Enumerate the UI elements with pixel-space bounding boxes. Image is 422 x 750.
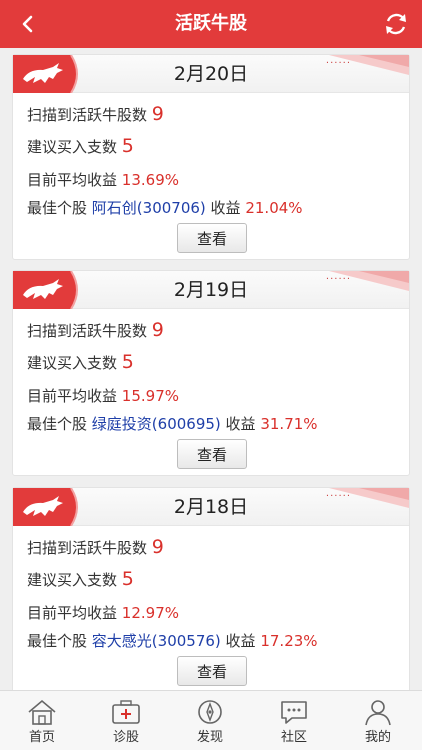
tab-community[interactable]: 社区	[252, 691, 336, 750]
tab-diagnose[interactable]: 诊股	[84, 691, 168, 750]
buy-label: 建议买入支数	[27, 354, 118, 372]
card-list: 2月20日 ······ 扫描到活跃牛股数 9 建议买入支数 5 目前平均收益 …	[0, 48, 422, 690]
decorative-dots: ······	[325, 58, 351, 69]
chat-icon	[281, 701, 307, 724]
gain-value: 17.23%	[260, 632, 318, 650]
corner-decoration	[329, 55, 409, 75]
daily-card: 2月20日 ······ 扫描到活跃牛股数 9 建议买入支数 5 目前平均收益 …	[12, 54, 410, 260]
best-row: 最佳个股 绿庭投资(600695) 收益 31.71%	[27, 413, 318, 434]
buy-row: 建议买入支数 5	[27, 568, 134, 590]
buy-label: 建议买入支数	[27, 138, 118, 156]
daily-card: 2月18日 ······ 扫描到活跃牛股数 9 建议买入支数 5 目前平均收益 …	[12, 487, 410, 690]
user-icon	[365, 700, 391, 726]
best-stock-link[interactable]: 绿庭投资(600695)	[92, 415, 221, 433]
scan-label: 扫描到活跃牛股数	[27, 539, 148, 557]
gain-value: 31.71%	[260, 415, 318, 433]
avg-value: 13.69%	[121, 171, 179, 189]
gain-label: 收益	[225, 415, 256, 433]
card-header: 2月18日 ······	[13, 488, 409, 526]
refresh-button[interactable]	[382, 10, 410, 38]
tab-label: 发现	[196, 730, 223, 745]
scan-count: 9	[151, 319, 164, 341]
view-button[interactable]: 查看	[177, 656, 247, 686]
scan-count: 9	[151, 536, 164, 558]
best-row: 最佳个股 容大感光(300576) 收益 17.23%	[27, 630, 318, 651]
card-header: 2月20日 ······	[13, 55, 409, 93]
buy-count: 5	[121, 568, 134, 590]
tab-home[interactable]: 首页	[0, 691, 84, 750]
view-button[interactable]: 查看	[177, 223, 247, 253]
buy-row: 建议买入支数 5	[27, 351, 134, 373]
avg-value: 12.97%	[121, 604, 179, 622]
refresh-icon	[386, 13, 406, 35]
page-title: 活跃牛股	[175, 13, 247, 34]
avg-label: 目前平均收益	[27, 171, 118, 189]
medical-kit-icon	[112, 700, 140, 724]
buy-count: 5	[121, 135, 134, 157]
best-label: 最佳个股	[27, 415, 88, 433]
avg-row: 目前平均收益 13.69%	[27, 169, 179, 190]
avg-label: 目前平均收益	[27, 604, 118, 622]
best-stock-link[interactable]: 容大感光(300576)	[92, 632, 221, 650]
compass-icon	[198, 700, 222, 724]
tab-label: 首页	[28, 730, 55, 745]
scan-label: 扫描到活跃牛股数	[27, 322, 148, 340]
scan-row: 扫描到活跃牛股数 9	[27, 536, 164, 558]
buy-label: 建议买入支数	[27, 571, 118, 589]
corner-decoration	[329, 488, 409, 508]
bottom-tab-bar: 首页 诊股 发现 社区 我的	[0, 690, 422, 750]
scan-label: 扫描到活跃牛股数	[27, 106, 148, 124]
best-label: 最佳个股	[27, 199, 88, 217]
card-header: 2月19日 ······	[13, 271, 409, 309]
gain-value: 21.04%	[245, 199, 303, 217]
tab-discover[interactable]: 发现	[168, 691, 252, 750]
avg-row: 目前平均收益 12.97%	[27, 602, 179, 623]
buy-count: 5	[121, 351, 134, 373]
tab-label: 社区	[280, 730, 307, 745]
daily-card: 2月19日 ······ 扫描到活跃牛股数 9 建议买入支数 5 目前平均收益 …	[12, 270, 410, 476]
avg-row: 目前平均收益 15.97%	[27, 385, 179, 406]
tab-label: 诊股	[112, 730, 139, 745]
top-bar: 活跃牛股	[0, 0, 422, 48]
best-stock-link[interactable]: 阿石创(300706)	[92, 199, 206, 217]
scan-row: 扫描到活跃牛股数 9	[27, 103, 164, 125]
scan-row: 扫描到活跃牛股数 9	[27, 319, 164, 341]
avg-label: 目前平均收益	[27, 387, 118, 405]
home-icon	[28, 699, 56, 725]
tab-mine[interactable]: 我的	[336, 691, 420, 750]
view-button[interactable]: 查看	[177, 439, 247, 469]
decorative-dots: ······	[325, 274, 351, 285]
best-row: 最佳个股 阿石创(300706) 收益 21.04%	[27, 197, 303, 218]
gain-label: 收益	[225, 632, 256, 650]
scan-count: 9	[151, 103, 164, 125]
gain-label: 收益	[210, 199, 241, 217]
avg-value: 15.97%	[121, 387, 179, 405]
best-label: 最佳个股	[27, 632, 88, 650]
buy-row: 建议买入支数 5	[27, 135, 134, 157]
corner-decoration	[329, 271, 409, 291]
tab-label: 我的	[364, 730, 391, 745]
decorative-dots: ······	[325, 491, 351, 502]
